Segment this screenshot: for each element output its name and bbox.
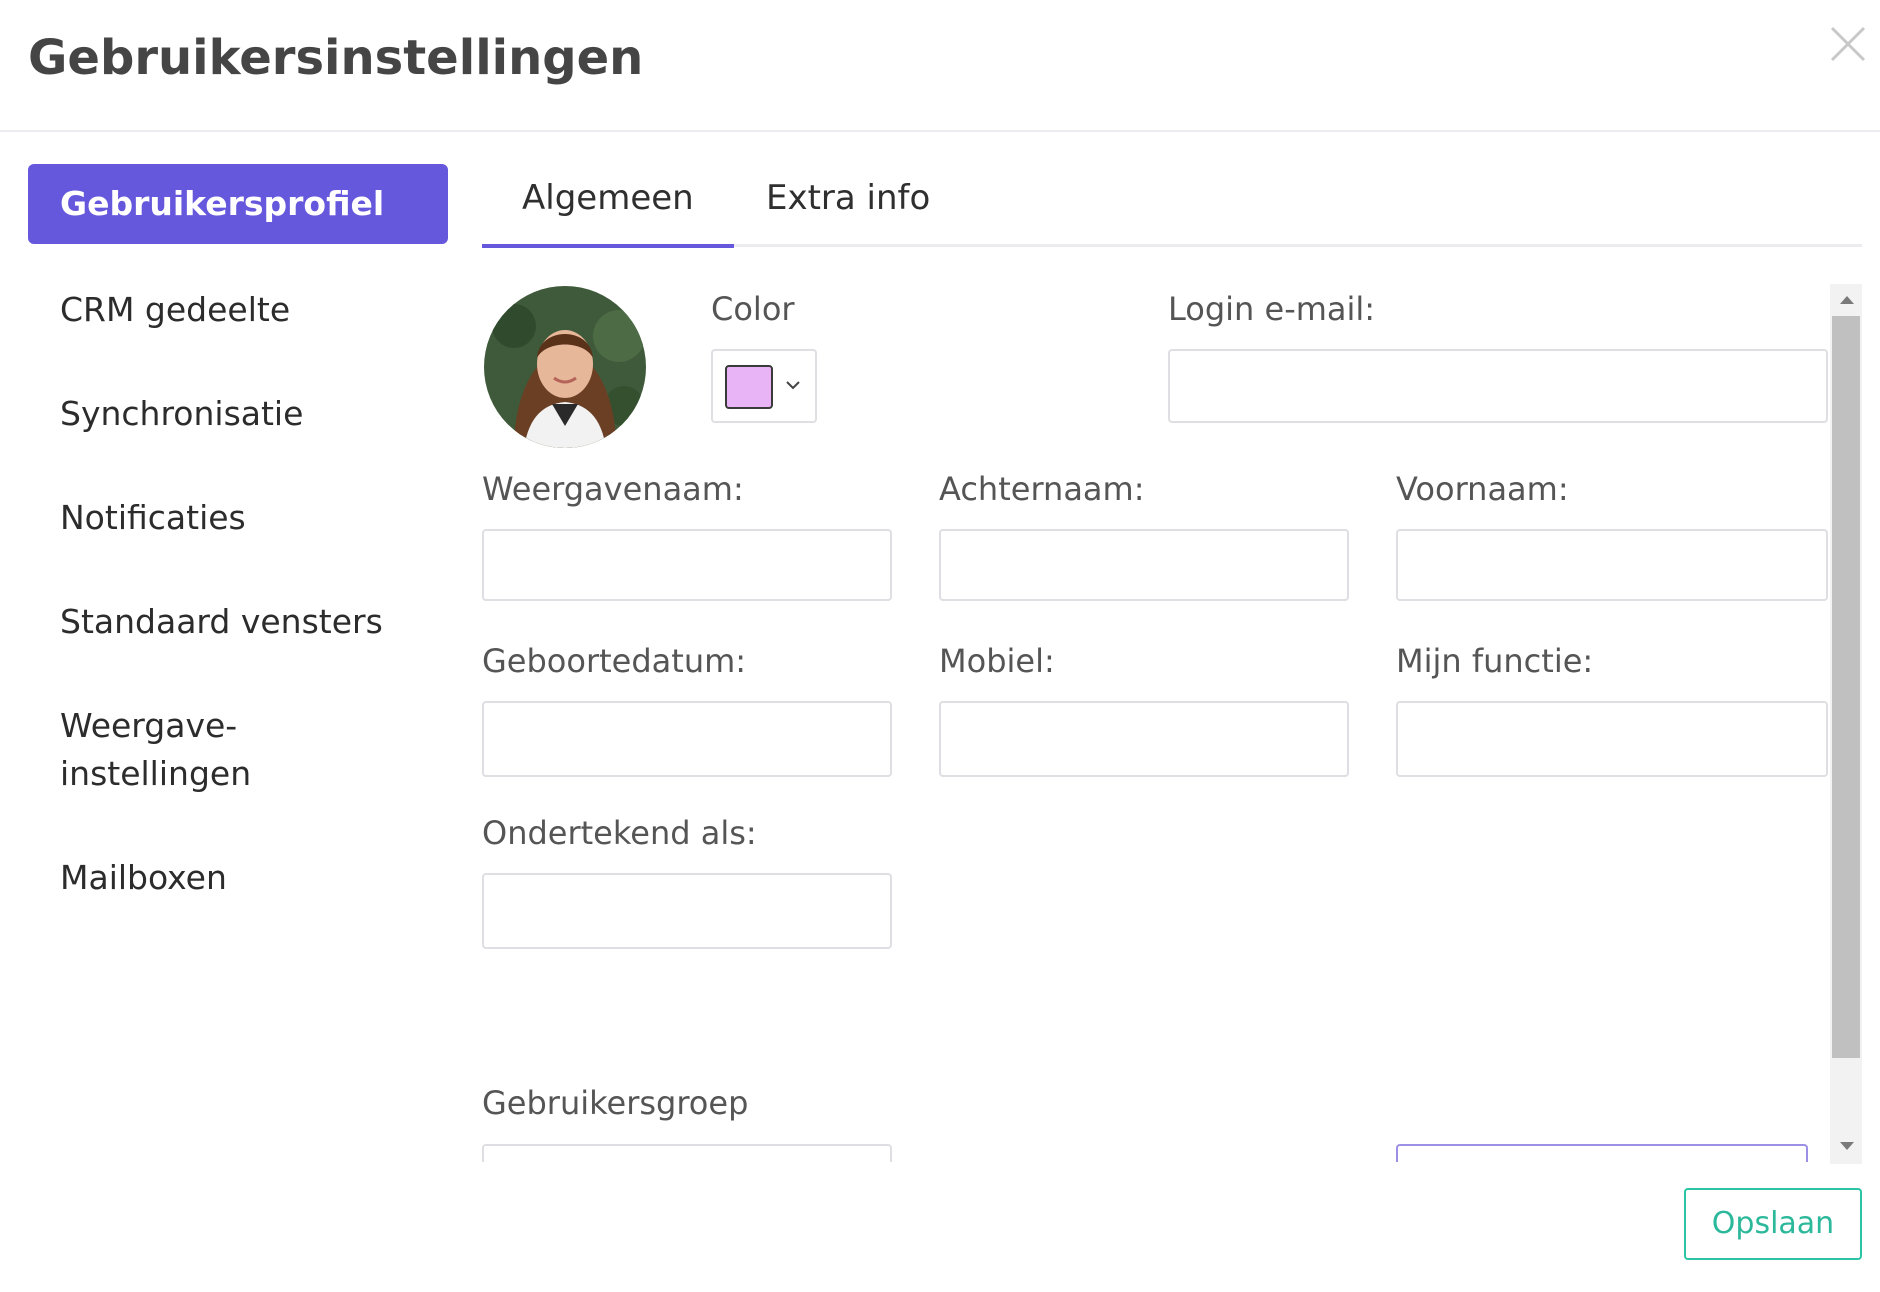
close-icon[interactable] [1826, 22, 1870, 66]
scrollbar-thumb[interactable] [1832, 316, 1860, 1058]
scroll-up-icon[interactable] [1840, 296, 1854, 304]
sidebar-item-standaard-vensters[interactable]: Standaard vensters [28, 598, 448, 646]
tab-bar: Algemeen Extra info [482, 160, 1862, 248]
mijn-functie-field[interactable] [1396, 701, 1828, 777]
ondertekend-als-field[interactable] [482, 873, 892, 949]
tab-extra-info[interactable]: Extra info [726, 172, 970, 244]
sidebar-item-crm-gedeelte[interactable]: CRM gedeelte [28, 286, 448, 334]
clipped-bottom-row [482, 1144, 1822, 1162]
mobiel-field[interactable] [939, 701, 1349, 777]
voornaam-label: Voornaam: [1396, 470, 1569, 508]
save-button[interactable]: Opslaan [1684, 1188, 1862, 1260]
login-email-field[interactable] [1168, 349, 1828, 423]
scroll-down-icon[interactable] [1840, 1142, 1854, 1150]
mobiel-label: Mobiel: [939, 642, 1055, 680]
sidebar-item-mailboxen[interactable]: Mailboxen [28, 854, 448, 902]
mijn-functie-label: Mijn functie: [1396, 642, 1594, 680]
weergavenaam-label: Weergavenaam: [482, 470, 744, 508]
weergavenaam-field[interactable] [482, 529, 892, 601]
gebruikersgroep-field[interactable] [482, 1144, 892, 1162]
voornaam-field[interactable] [1396, 529, 1828, 601]
chevron-down-icon [786, 381, 800, 390]
login-email-label: Login e-mail: [1168, 290, 1376, 328]
color-picker[interactable] [711, 349, 817, 423]
gebruikersgroep-label: Gebruikersgroep [482, 1084, 749, 1122]
sidebar-item-notificaties[interactable]: Notificaties [28, 494, 448, 542]
sidebar-item-synchronisatie[interactable]: Synchronisatie [28, 390, 448, 438]
sidebar-item-weergave-instellingen[interactable]: Weergave- instellingen [28, 702, 448, 798]
geboortedatum-label: Geboortedatum: [482, 642, 747, 680]
geboortedatum-field[interactable] [482, 701, 892, 777]
color-label: Color [711, 290, 795, 328]
achternaam-label: Achternaam: [939, 470, 1145, 508]
tab-algemeen[interactable]: Algemeen [482, 172, 734, 248]
sidebar-item-gebruikersprofiel[interactable]: Gebruikersprofiel [28, 164, 448, 244]
avatar[interactable] [484, 286, 646, 448]
bottom-right-field[interactable] [1396, 1144, 1808, 1162]
ondertekend-als-label: Ondertekend als: [482, 814, 757, 852]
dialog-header: Gebruikersinstellingen [0, 0, 1880, 132]
dialog-title: Gebruikersinstellingen [28, 30, 644, 86]
color-swatch [725, 365, 773, 409]
achternaam-field[interactable] [939, 529, 1349, 601]
